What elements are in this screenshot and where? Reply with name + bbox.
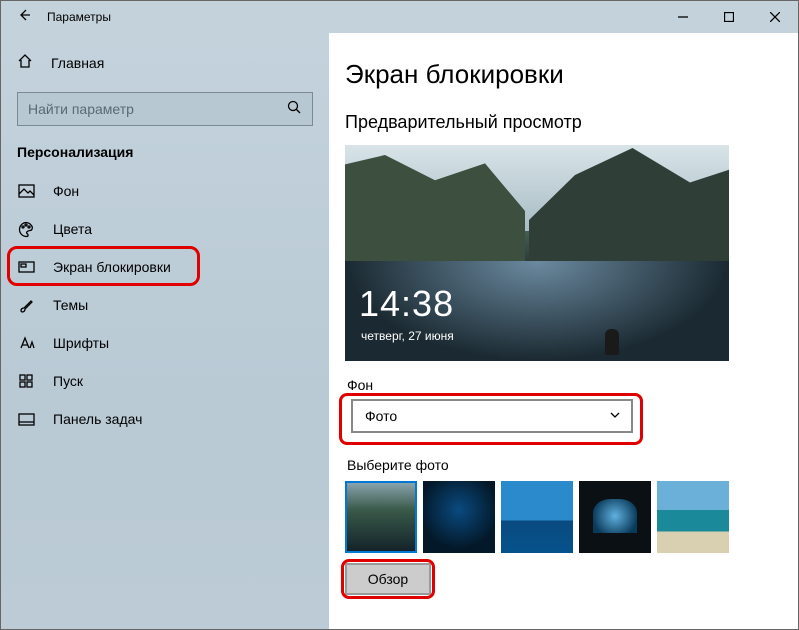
titlebar: Параметры	[1, 1, 798, 33]
nav-item-colors[interactable]: Цвета	[1, 210, 329, 248]
nav-label: Темы	[53, 297, 88, 313]
settings-window: Параметры Главная Найти параметр Персона…	[0, 0, 799, 630]
nav-label: Фон	[53, 183, 79, 199]
picture-icon	[17, 182, 35, 200]
nav-item-start[interactable]: Пуск	[1, 362, 329, 400]
sidebar: Главная Найти параметр Персонализация Фо…	[1, 33, 329, 629]
page-title: Экран блокировки	[345, 59, 768, 90]
preview-date: четверг, 27 июня	[361, 329, 454, 343]
nav-label: Экран блокировки	[53, 259, 171, 275]
nav-item-lockscreen[interactable]: Экран блокировки	[1, 248, 329, 286]
photo-thumb[interactable]	[345, 481, 417, 553]
browse-label: Обзор	[368, 571, 408, 587]
search-placeholder: Найти параметр	[28, 101, 134, 117]
window-title: Параметры	[47, 10, 111, 24]
taskbar-icon	[17, 410, 35, 428]
nav-label: Шрифты	[53, 335, 109, 351]
choose-photo-label: Выберите фото	[347, 457, 768, 473]
palette-icon	[17, 220, 35, 238]
nav-label: Пуск	[53, 373, 83, 389]
home-icon	[17, 53, 33, 72]
back-icon[interactable]	[17, 8, 31, 27]
photo-thumb[interactable]	[423, 481, 495, 553]
dropdown-value: Фото	[365, 408, 397, 424]
preview-time: 14:38	[359, 283, 454, 325]
lockscreen-preview: 14:38 четверг, 27 июня	[345, 145, 729, 361]
maximize-button[interactable]	[706, 1, 752, 33]
home-label: Главная	[51, 55, 104, 71]
nav-label: Цвета	[53, 221, 92, 237]
nav-item-background[interactable]: Фон	[1, 172, 329, 210]
background-dropdown[interactable]: Фото	[351, 399, 633, 433]
minimize-button[interactable]	[660, 1, 706, 33]
start-icon	[17, 372, 35, 390]
photo-thumb[interactable]	[501, 481, 573, 553]
nav-item-taskbar[interactable]: Панель задач	[1, 400, 329, 438]
nav-item-themes[interactable]: Темы	[1, 286, 329, 324]
search-input[interactable]: Найти параметр	[17, 92, 313, 126]
photo-thumb[interactable]	[579, 481, 651, 553]
background-label: Фон	[347, 377, 768, 393]
search-icon	[286, 99, 302, 120]
font-icon	[17, 334, 35, 352]
photo-thumbnails	[345, 481, 768, 553]
browse-button[interactable]: Обзор	[345, 563, 431, 595]
home-button[interactable]: Главная	[1, 45, 329, 80]
chevron-down-icon	[609, 408, 621, 424]
preview-label: Предварительный просмотр	[345, 112, 768, 133]
brush-icon	[17, 296, 35, 314]
nav-label: Панель задач	[53, 411, 142, 427]
main-content: Экран блокировки Предварительный просмот…	[329, 33, 798, 629]
section-title: Персонализация	[1, 144, 329, 172]
nav-item-fonts[interactable]: Шрифты	[1, 324, 329, 362]
close-button[interactable]	[752, 1, 798, 33]
lockscreen-icon	[17, 258, 35, 276]
photo-thumb[interactable]	[657, 481, 729, 553]
